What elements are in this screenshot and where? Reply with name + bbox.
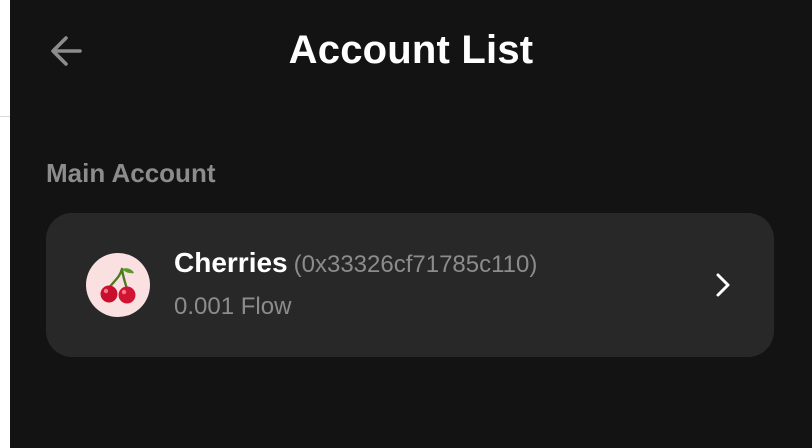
account-name-row: Cherries (0x33326cf71785c110) bbox=[174, 247, 537, 279]
account-name: Cherries bbox=[174, 247, 288, 278]
chevron-right-icon[interactable] bbox=[706, 269, 738, 301]
account-card[interactable]: Cherries (0x33326cf71785c110) 0.001 Flow bbox=[46, 213, 774, 357]
section-label-main-account: Main Account bbox=[46, 158, 216, 188]
avatar bbox=[86, 253, 150, 317]
account-balance: 0.001 Flow bbox=[174, 293, 292, 320]
account-address: (0x33326cf71785c110) bbox=[293, 251, 538, 278]
cherries-icon bbox=[100, 267, 136, 304]
account-list-panel: Account List Main Account Cherries (0x333… bbox=[10, 0, 812, 448]
chevron-right-icon-graphic bbox=[716, 273, 730, 297]
background-divider bbox=[0, 116, 10, 117]
background-window-strip bbox=[0, 0, 10, 448]
page-title: Account List bbox=[288, 28, 534, 72]
